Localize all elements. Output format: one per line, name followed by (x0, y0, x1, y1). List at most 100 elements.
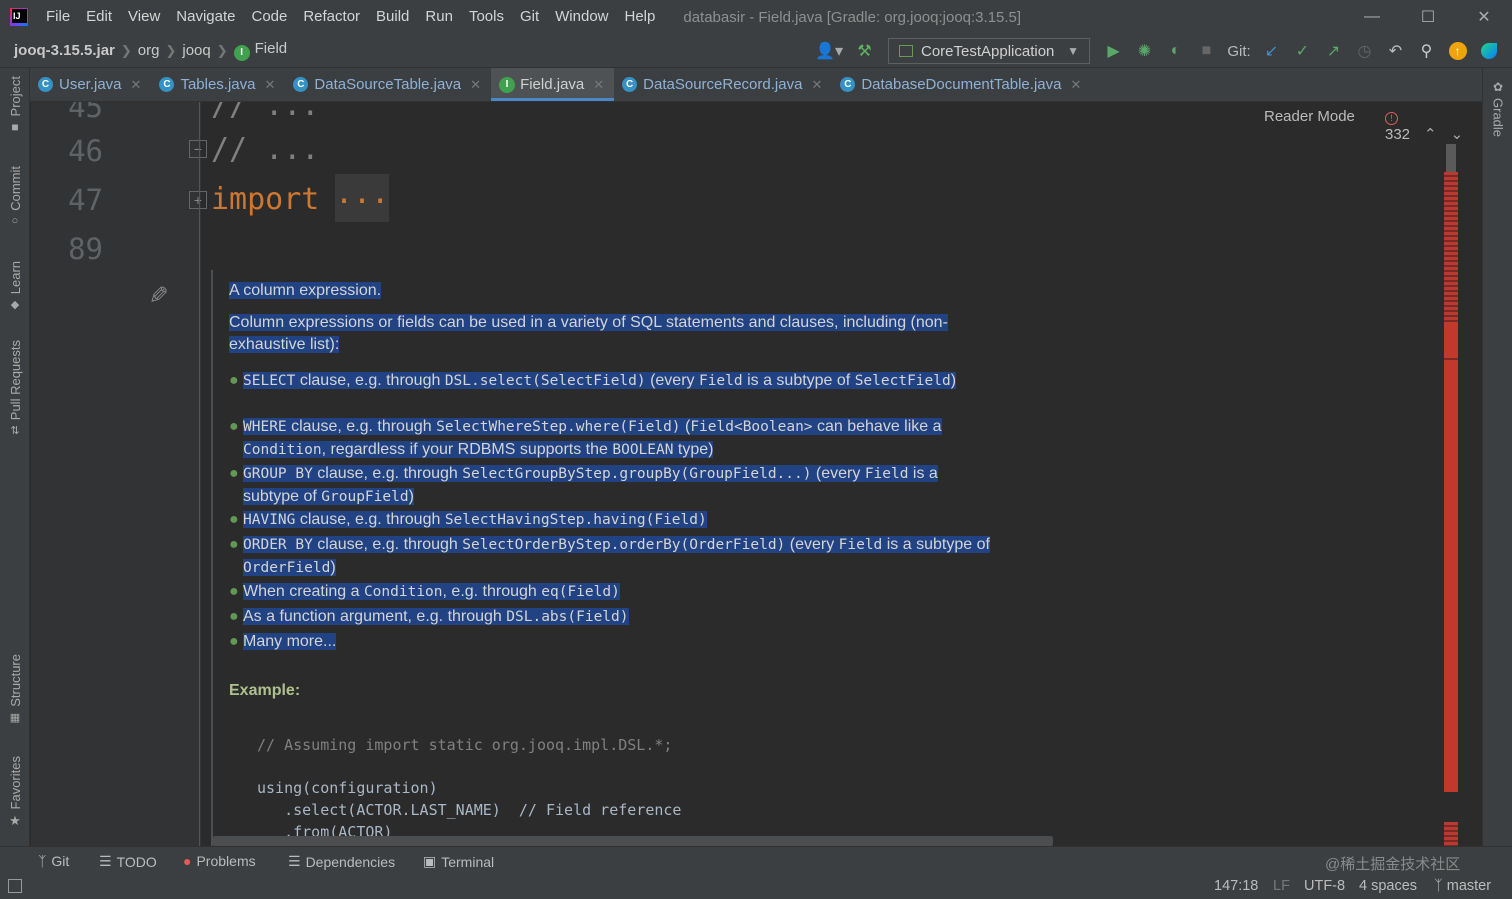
close-tab-icon[interactable]: ✕ (470, 77, 481, 93)
update-available-icon[interactable]: ↑ (1442, 37, 1473, 65)
close-tab-icon[interactable]: ✕ (1070, 77, 1081, 93)
rollback-icon[interactable]: ↶ (1380, 37, 1411, 65)
close-tab-icon[interactable]: ✕ (811, 77, 822, 93)
example-code-line: // Assuming import static org.jooq.impl.… (257, 736, 673, 754)
tool-pull-requests[interactable]: Pull Requests ⇅ (0, 340, 30, 437)
breadcrumb-separator-icon: ❯ (216, 42, 228, 58)
menu-navigate[interactable]: Navigate (168, 0, 243, 34)
coverage-icon[interactable]: ◐ (1160, 37, 1191, 65)
error-count: 332 (1385, 126, 1411, 143)
run-config-icon (899, 45, 913, 57)
error-icon: ● (183, 853, 192, 869)
tab-datasourcerecord-java[interactable]: C DataSourceRecord.java ✕ (614, 68, 832, 101)
file-encoding[interactable]: UTF-8 (1304, 878, 1345, 894)
git-commit-check-icon[interactable]: ✓ (1287, 37, 1318, 65)
list-icon: ☰ (99, 853, 112, 869)
menu-run[interactable]: Run (417, 0, 461, 34)
layers-icon: ☰ (288, 853, 301, 869)
run-configuration-dropdown[interactable]: CoreTestApplication ▼ (888, 38, 1090, 64)
tool-git[interactable]: ᛉ Git (38, 853, 69, 869)
tool-project[interactable]: Project ■ (0, 76, 30, 134)
error-icon: ! (1385, 112, 1398, 125)
horizontal-scrollbar[interactable] (213, 836, 1053, 846)
menu-tools[interactable]: Tools (461, 0, 512, 34)
menu-git[interactable]: Git (512, 0, 547, 34)
breadcrumb-field[interactable]: I Field (228, 40, 294, 61)
close-window-icon[interactable]: ✕ (1456, 0, 1512, 34)
build-hammer-icon[interactable]: ⚒ (849, 37, 880, 65)
close-tab-icon[interactable]: ✕ (131, 77, 142, 93)
doc-description: Column expressions or fields can be used… (229, 314, 948, 353)
tool-commit[interactable]: Commit ○ (0, 166, 30, 227)
close-tab-icon[interactable]: ✕ (593, 77, 604, 93)
editor-tabs: C User.java ✕ C Tables.java ✕ C DataSourceTab… (30, 68, 1482, 102)
tool-terminal[interactable]: ▣ Terminal (423, 853, 494, 870)
close-tab-icon[interactable]: ✕ (264, 77, 275, 93)
previous-highlight-icon[interactable]: ⌃ (1424, 126, 1437, 143)
minimize-icon[interactable]: — (1344, 0, 1400, 34)
class-icon: C (159, 77, 175, 92)
tab-tables-java[interactable]: C Tables.java ✕ (151, 68, 285, 101)
example-heading: Example: (229, 682, 301, 699)
git-push-icon[interactable]: ↗ (1318, 37, 1349, 65)
history-clock-icon[interactable]: ◷ (1349, 37, 1380, 65)
breadcrumb-org[interactable]: org (132, 42, 166, 59)
menu-edit[interactable]: Edit (78, 0, 120, 34)
pull-request-icon: ⇅ (10, 425, 20, 438)
tool-dependencies[interactable]: ☰ Dependencies (288, 853, 395, 870)
class-icon: C (293, 77, 309, 92)
search-icon[interactable]: ⚲ (1411, 37, 1442, 65)
run-icon[interactable]: ▶ (1098, 37, 1129, 65)
tool-structure[interactable]: Structure ▦ (0, 654, 30, 724)
tool-todo[interactable]: ☰ TODO (99, 853, 157, 870)
fold-collapse-icon[interactable]: − (189, 140, 207, 158)
interface-icon: I (499, 76, 516, 93)
error-stripe-scrollbar[interactable] (1444, 132, 1458, 846)
menu-code[interactable]: Code (243, 0, 295, 34)
git-branch-icon: ᛉ (1434, 878, 1443, 894)
window-title: databasir - Field.java [Gradle: org.jooq… (683, 8, 1022, 26)
menu-view[interactable]: View (120, 0, 168, 34)
watermark: @稀土掘金技术社区 (1325, 856, 1461, 873)
tool-learn[interactable]: Learn ◆ (0, 261, 30, 311)
tab-databasedocumenttable-java[interactable]: C DatabaseDocumentTable.java ✕ (832, 68, 1091, 101)
tab-field-java[interactable]: I Field.java ✕ (491, 68, 615, 101)
line-number: 89 (68, 232, 103, 266)
tool-favorites[interactable]: Favorites ★ (0, 756, 30, 829)
tool-gradle[interactable]: ✿ Gradle (1483, 80, 1512, 137)
status-bar: ᛉ Git ☰ TODO ● Problems ☰ Dependencies ▣ Term… (0, 846, 1512, 899)
menu-file[interactable]: File (38, 0, 78, 34)
code-with-me-icon[interactable] (1473, 37, 1504, 65)
breadcrumb-jooq[interactable]: jooq (176, 42, 216, 59)
git-branch[interactable]: ᛉ master (1434, 878, 1491, 894)
git-update-icon[interactable]: ↙ (1256, 37, 1287, 65)
folded-imports[interactable]: ... (335, 174, 389, 222)
intellij-logo-icon (10, 8, 28, 26)
breadcrumb-jar[interactable]: jooq-3.15.5.jar (0, 42, 121, 59)
main-toolbar: 👤▾ ⚒ CoreTestApplication ▼ ▶ ✺ ◐ ■ Git: … (809, 34, 1504, 68)
tool-windows-toggle-icon[interactable] (8, 879, 22, 893)
line-separator[interactable]: LF (1273, 878, 1290, 894)
menu-help[interactable]: Help (617, 0, 664, 34)
menu-refactor[interactable]: Refactor (295, 0, 368, 34)
import-keyword: import (211, 182, 320, 217)
git-label: Git: (1227, 42, 1251, 60)
class-icon: C (622, 77, 638, 92)
tool-problems[interactable]: ● Problems (183, 853, 256, 869)
menu-window[interactable]: Window (547, 0, 616, 34)
maximize-icon[interactable]: ☐ (1400, 0, 1456, 34)
debug-bug-icon[interactable]: ✺ (1129, 37, 1160, 65)
indent-setting[interactable]: 4 spaces (1359, 878, 1417, 894)
menu-build[interactable]: Build (368, 0, 417, 34)
rendered-javadoc: A column expression. Column expressions … (211, 270, 1191, 846)
tab-datasourcetable-java[interactable]: C DataSourceTable.java ✕ (285, 68, 491, 101)
code-line-45: // ... (211, 102, 320, 123)
tab-user-java[interactable]: C User.java ✕ (30, 68, 151, 101)
reader-mode-toggle[interactable]: Reader Mode (1264, 108, 1355, 125)
edit-pencil-icon[interactable]: ✎ (143, 284, 172, 304)
stop-icon[interactable]: ■ (1191, 37, 1222, 65)
user-icon[interactable]: 👤▾ (809, 37, 849, 65)
code-editor[interactable]: 45 46 47 89 ✎ − + // ... // ... import .… (31, 102, 1464, 846)
caret-position[interactable]: 147:18 (1214, 878, 1258, 894)
fold-expand-icon[interactable]: + (189, 191, 207, 209)
